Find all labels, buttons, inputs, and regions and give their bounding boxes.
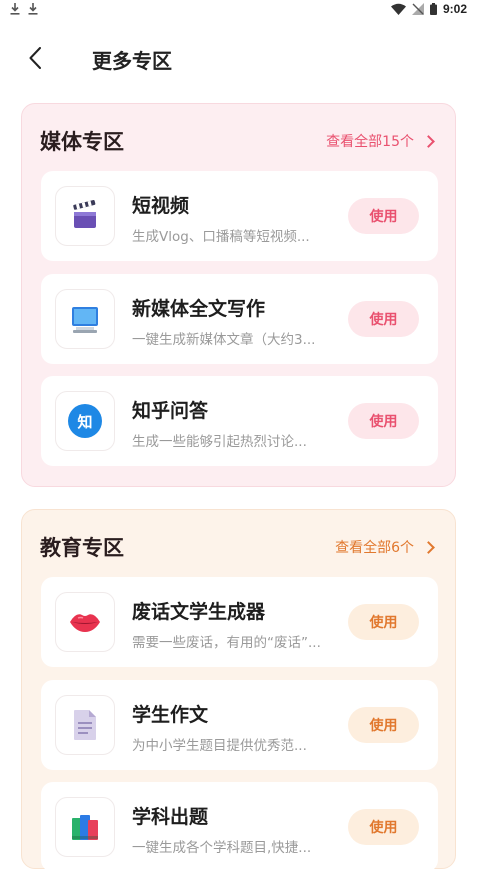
no-signal-icon (411, 3, 424, 15)
header: 更多专区 (0, 38, 477, 78)
section-education: 教育专区 查看全部6个 废话文学生成器 需要一些废话，有用的“废话”... 使用 (21, 509, 456, 872)
back-button[interactable] (22, 44, 48, 72)
download-icon (10, 3, 20, 15)
item-desc: 需要一些废话，有用的“废话”... (132, 635, 321, 651)
document-icon (55, 695, 115, 755)
zhihu-icon: 知 (55, 391, 115, 451)
use-button[interactable]: 使用 (348, 301, 419, 337)
use-button[interactable]: 使用 (348, 809, 419, 845)
page-title: 更多专区 (92, 49, 172, 73)
use-button[interactable]: 使用 (348, 604, 419, 640)
chevron-right-icon (422, 540, 435, 554)
item-desc: 生成一些能够引起热烈讨论... (132, 434, 307, 450)
status-bar: 9:02 (0, 0, 477, 22)
item-name: 学生作文 (132, 704, 209, 726)
view-all-media-link[interactable]: 查看全部15个 (326, 131, 435, 151)
item-name: 知乎问答 (132, 400, 209, 422)
item-name: 新媒体全文写作 (132, 298, 266, 320)
list-item[interactable]: 废话文学生成器 需要一些废话，有用的“废话”... 使用 (41, 577, 438, 667)
battery-icon (429, 3, 437, 15)
list-item[interactable]: 新媒体全文写作 一键生成新媒体文章（大约3... 使用 (41, 274, 438, 364)
item-desc: 生成Vlog、口播稿等短视频... (132, 229, 310, 245)
item-desc: 为中小学生题目提供优秀范... (132, 738, 307, 754)
section-title: 教育专区 (40, 536, 124, 560)
use-button[interactable]: 使用 (348, 403, 419, 439)
list-item[interactable]: 短视频 生成Vlog、口播稿等短视频... 使用 (41, 171, 438, 261)
clapperboard-icon (55, 186, 115, 246)
use-button[interactable]: 使用 (348, 707, 419, 743)
monitor-icon (55, 289, 115, 349)
section-title: 媒体专区 (40, 130, 124, 154)
lips-icon (55, 592, 115, 652)
status-time: 9:02 (442, 2, 467, 16)
view-all-label: 查看全部6个 (335, 540, 414, 556)
list-item[interactable]: 学生作文 为中小学生题目提供优秀范... 使用 (41, 680, 438, 770)
item-name: 学科出题 (132, 806, 209, 828)
list-item[interactable]: 知 知乎问答 生成一些能够引起热烈讨论... 使用 (41, 376, 438, 466)
chevron-left-icon (29, 47, 41, 69)
item-name: 废话文学生成器 (132, 601, 266, 623)
item-desc: 一键生成新媒体文章（大约3... (132, 332, 316, 348)
wifi-icon (390, 3, 406, 15)
chevron-right-icon (422, 134, 435, 148)
use-button[interactable]: 使用 (348, 198, 419, 234)
list-item[interactable]: 学科出题 一键生成各个学科题目,快捷... 使用 (41, 782, 438, 872)
view-all-education-link[interactable]: 查看全部6个 (335, 537, 435, 557)
books-icon (55, 797, 115, 857)
view-all-label: 查看全部15个 (326, 134, 414, 150)
download-icon (28, 3, 38, 15)
section-media: 媒体专区 查看全部15个 短视频 生成Vlog、口播稿等短视频... 使用 新媒… (21, 103, 456, 487)
item-desc: 一键生成各个学科题目,快捷... (132, 840, 312, 856)
item-name: 短视频 (132, 195, 190, 217)
zhihu-badge: 知 (68, 404, 102, 438)
